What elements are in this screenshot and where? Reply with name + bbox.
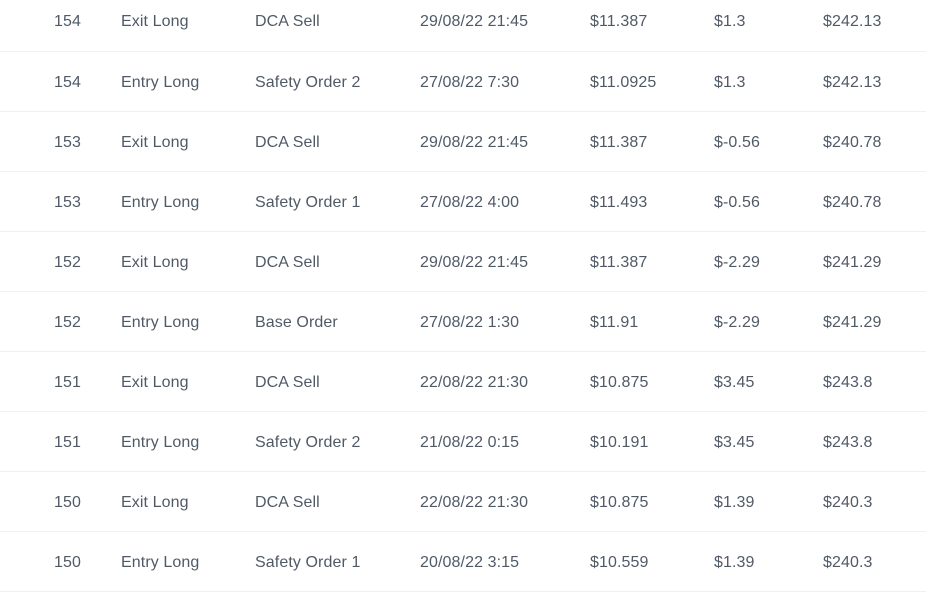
trade-id: 152 [54,314,81,331]
trade-id: 154 [54,74,81,91]
trade-profit: $-0.56 [714,194,760,211]
trade-balance: $242.13 [823,13,882,30]
trade-balance: $241.29 [823,314,882,331]
trade-type: Exit Long [121,494,189,511]
trade-price: $10.875 [590,494,649,511]
trade-type: Exit Long [121,134,189,151]
trade-type: Exit Long [121,13,189,30]
table-row[interactable]: 152 Entry Long Base Order 27/08/22 1:30 … [0,292,926,352]
table-row[interactable]: 152 Exit Long DCA Sell 29/08/22 21:45 $1… [0,232,926,292]
trade-signal: DCA Sell [255,254,320,271]
table-row[interactable]: 154 Entry Long Safety Order 2 27/08/22 7… [0,52,926,112]
trade-type: Exit Long [121,254,189,271]
trade-profit: $1.3 [714,74,746,91]
trade-balance: $242.13 [823,74,882,91]
trade-signal: Base Order [255,314,338,331]
trade-price: $11.91 [590,314,639,331]
table-row[interactable]: 151 Entry Long Safety Order 2 21/08/22 0… [0,412,926,472]
trade-signal: DCA Sell [255,134,320,151]
table-row[interactable]: 153 Exit Long DCA Sell 29/08/22 21:45 $1… [0,112,926,172]
trade-balance: $240.3 [823,554,873,571]
trade-type: Entry Long [121,314,200,331]
trade-profit: $1.39 [714,494,755,511]
trade-id: 152 [54,254,81,271]
trade-profit: $-2.29 [714,254,760,271]
trade-signal: Safety Order 2 [255,74,361,91]
trade-profit: $1.3 [714,13,746,30]
trade-signal: Safety Order 1 [255,194,361,211]
trade-date: 22/08/22 21:30 [420,494,529,511]
trade-date: 27/08/22 7:30 [420,74,520,91]
trade-id: 151 [54,374,81,391]
trade-signal: DCA Sell [255,13,320,30]
trade-balance: $240.78 [823,134,882,151]
trade-price: $10.875 [590,374,649,391]
table-row[interactable]: 153 Entry Long Safety Order 1 27/08/22 4… [0,172,926,232]
trade-balance: $240.3 [823,494,873,511]
table-row[interactable]: 151 Exit Long DCA Sell 22/08/22 21:30 $1… [0,352,926,412]
trade-price: $11.387 [590,134,648,151]
trade-price: $11.0925 [590,74,657,91]
trade-profit: $3.45 [714,374,755,391]
trade-price: $10.191 [590,434,649,451]
trade-balance: $243.8 [823,434,873,451]
trade-signal: DCA Sell [255,374,320,391]
trade-type: Entry Long [121,554,200,571]
trade-date: 20/08/22 3:15 [420,554,520,571]
table-row[interactable]: 150 Exit Long DCA Sell 22/08/22 21:30 $1… [0,472,926,532]
trade-date: 29/08/22 21:45 [420,254,529,271]
trade-balance: $241.29 [823,254,882,271]
trade-profit: $-2.29 [714,314,760,331]
trade-type: Entry Long [121,434,200,451]
trade-price: $11.387 [590,254,648,271]
trade-type: Entry Long [121,74,200,91]
trade-id: 150 [54,494,81,511]
trade-signal: Safety Order 2 [255,434,361,451]
trade-id: 153 [54,194,81,211]
table-row[interactable]: 154 Exit Long DCA Sell 29/08/22 21:45 $1… [0,0,926,52]
trade-profit: $-0.56 [714,134,760,151]
trade-profit: $3.45 [714,434,755,451]
trade-id: 154 [54,13,81,30]
trade-type: Exit Long [121,374,189,391]
trade-date: 22/08/22 21:30 [420,374,529,391]
trade-id: 150 [54,554,81,571]
trade-date: 27/08/22 1:30 [420,314,520,331]
trade-signal: Safety Order 1 [255,554,361,571]
trade-price: $11.387 [590,13,648,30]
trade-id: 151 [54,434,81,451]
trade-date: 27/08/22 4:00 [420,194,520,211]
trade-date: 29/08/22 21:45 [420,13,529,30]
trade-balance: $243.8 [823,374,873,391]
trade-profit: $1.39 [714,554,755,571]
trade-price: $11.493 [590,194,648,211]
trade-date: 29/08/22 21:45 [420,134,529,151]
trade-balance: $240.78 [823,194,882,211]
trade-signal: DCA Sell [255,494,320,511]
trades-table: 154 Exit Long DCA Sell 29/08/22 21:45 $1… [0,0,926,592]
trade-type: Entry Long [121,194,200,211]
trade-date: 21/08/22 0:15 [420,434,520,451]
table-row[interactable]: 150 Entry Long Safety Order 1 20/08/22 3… [0,532,926,592]
trade-price: $10.559 [590,554,649,571]
trade-id: 153 [54,134,81,151]
